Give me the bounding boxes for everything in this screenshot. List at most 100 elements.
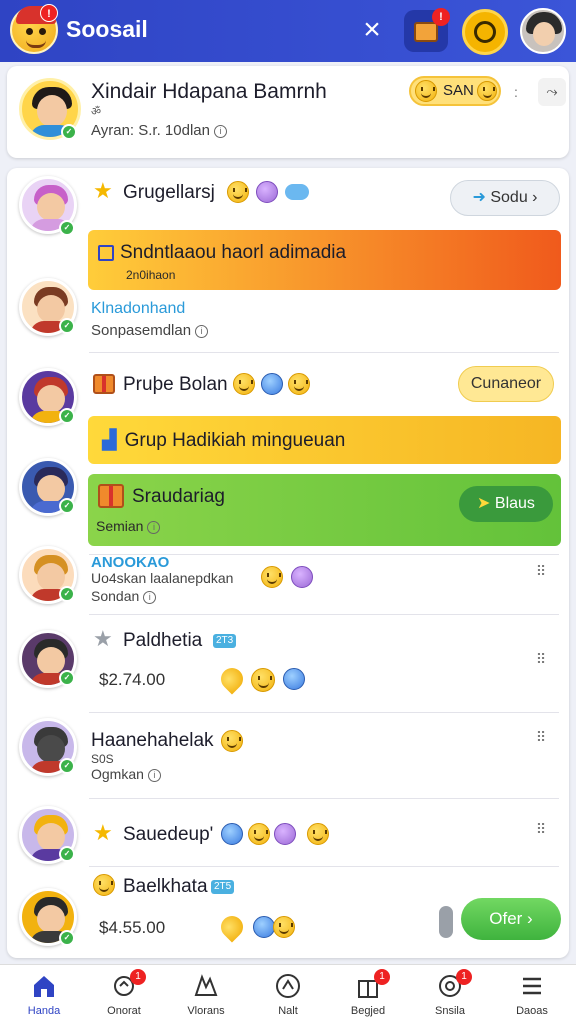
gift-icon bbox=[98, 484, 124, 508]
nav-label: Handa bbox=[27, 1005, 61, 1017]
info-icon[interactable]: i bbox=[195, 324, 209, 338]
banner-subtitle: Semian i bbox=[96, 518, 161, 534]
divider bbox=[89, 352, 559, 353]
list-item-title: Uo4skan laalanepdkan bbox=[91, 570, 234, 586]
list-item-subtitle: Sondan i bbox=[91, 588, 157, 604]
star-icon: ★ bbox=[93, 820, 113, 845]
list-item-tag: Klnadonhand bbox=[91, 300, 186, 317]
nav-item-map[interactable]: Vlorans bbox=[170, 965, 242, 1024]
info-icon[interactable]: i bbox=[213, 124, 227, 138]
smile-coin-icon bbox=[251, 668, 275, 692]
compass-icon bbox=[276, 974, 300, 998]
online-status-icon: ✓ bbox=[59, 758, 75, 774]
nav-label: Snsila bbox=[435, 1005, 465, 1017]
gift-icon bbox=[93, 374, 115, 394]
divider bbox=[89, 798, 559, 799]
profile-meta: Ayran: S.r. 10dlan i bbox=[91, 122, 227, 139]
flame-icon bbox=[216, 663, 248, 695]
online-status-icon: ✓ bbox=[59, 408, 75, 424]
boot-icon: ▟ bbox=[102, 430, 117, 451]
blue-emoji-icon bbox=[221, 823, 243, 845]
drag-handle-icon[interactable]: ⠿ bbox=[535, 564, 547, 578]
banner-title: ▟ Grup Hadikiah mingueuan bbox=[102, 430, 346, 451]
nav-item-compass[interactable]: Nalt bbox=[252, 965, 324, 1024]
smile-coin-icon bbox=[221, 730, 243, 752]
nav-item-home[interactable]: Handa bbox=[8, 965, 80, 1024]
list-item-title: Sauedeup' bbox=[123, 824, 214, 845]
nav-label: Vlorans bbox=[187, 1005, 225, 1017]
blue-emoji-icon bbox=[283, 668, 305, 690]
feed-list: ✓ ★ Grugellarsj ➜ Sodu › Sndntlaaou haor… bbox=[7, 168, 569, 958]
purple-emoji-icon bbox=[256, 181, 278, 203]
info-icon[interactable]: i bbox=[147, 768, 161, 782]
toggle-handle[interactable] bbox=[439, 906, 453, 938]
online-status-icon: ✓ bbox=[59, 846, 75, 862]
profile-subtitle: ॐ bbox=[91, 106, 102, 118]
cloud-icon bbox=[285, 184, 309, 200]
drag-handle-icon[interactable]: ⠿ bbox=[535, 822, 547, 836]
app-title: Soosail bbox=[66, 16, 148, 42]
price-label: $2.74.00 bbox=[99, 670, 166, 689]
treasure-chest-button[interactable]: ! bbox=[404, 8, 450, 52]
info-icon[interactable]: i bbox=[147, 520, 161, 534]
nav-label: Begjed bbox=[350, 1005, 386, 1017]
smile-coin-icon bbox=[477, 81, 497, 101]
nav-label: Daoas bbox=[516, 1005, 548, 1017]
divider bbox=[89, 866, 559, 867]
ofer-button[interactable]: Ofer › bbox=[461, 898, 561, 940]
menu-icon bbox=[523, 977, 541, 995]
nav-item-notifications[interactable]: 1 Onorat bbox=[88, 965, 160, 1024]
coin-button[interactable] bbox=[462, 9, 508, 55]
list-item-small: S0S bbox=[91, 752, 114, 766]
top-app-bar: ! Soosail × ! bbox=[0, 0, 576, 62]
banner-title: Sndntlaaou haorl adimadia bbox=[98, 242, 346, 264]
map-icon bbox=[194, 974, 218, 996]
smile-coin-icon bbox=[227, 181, 249, 203]
nav-item-menu[interactable]: Daoas bbox=[496, 965, 568, 1024]
level-tag: 2T5 bbox=[211, 880, 235, 894]
smile-coin-icon bbox=[248, 823, 270, 845]
coin-balance-pill[interactable]: SAN bbox=[409, 76, 501, 106]
profile-name: Xindair Hdapana Bamrnh bbox=[91, 80, 327, 103]
online-status-icon: ✓ bbox=[61, 124, 77, 140]
smile-coin-icon bbox=[273, 916, 295, 938]
nav-item-gift[interactable]: 1 Begjed bbox=[332, 965, 404, 1024]
star-icon: ★ bbox=[93, 178, 113, 203]
divider bbox=[89, 614, 559, 615]
star-icon: ★ bbox=[93, 626, 113, 651]
drag-handle-icon[interactable]: ⠿ bbox=[535, 730, 547, 744]
share-button[interactable]: ⤳ bbox=[538, 78, 566, 106]
cuanear-button[interactable]: Cunaneor bbox=[458, 366, 554, 402]
list-item-title: Paldhetia bbox=[123, 630, 203, 651]
close-icon[interactable]: × bbox=[358, 15, 386, 45]
home-icon bbox=[34, 976, 54, 997]
list-item-title: Haanehahelak bbox=[91, 730, 214, 751]
more-options-icon[interactable]: · · bbox=[510, 82, 522, 102]
seru-button[interactable]: ➜ Sodu › bbox=[450, 180, 560, 216]
image-icon bbox=[98, 244, 114, 261]
info-icon[interactable]: i bbox=[143, 590, 157, 604]
flame-icon bbox=[216, 911, 248, 943]
purple-emoji-icon bbox=[291, 566, 313, 588]
list-item-subtitle: Sonpasemdlan i bbox=[91, 322, 209, 339]
online-status-icon: ✓ bbox=[59, 318, 75, 334]
divider bbox=[89, 712, 559, 713]
nav-label: Onorat bbox=[107, 1005, 141, 1017]
online-status-icon: ✓ bbox=[59, 220, 75, 236]
smile-coin-icon bbox=[261, 566, 283, 588]
blaus-button[interactable]: ➤ Blaus bbox=[459, 486, 553, 522]
user-avatar[interactable] bbox=[520, 8, 566, 54]
treasure-chest-icon bbox=[414, 22, 438, 42]
list-item-title: Pruþe Bolan bbox=[123, 374, 228, 395]
nav-badge: 1 bbox=[456, 969, 472, 985]
nav-badge: 1 bbox=[130, 969, 146, 985]
online-status-icon: ✓ bbox=[59, 670, 75, 686]
nav-item-chat[interactable]: 1 Snsila bbox=[414, 965, 486, 1024]
drag-handle-icon[interactable]: ⠿ bbox=[535, 652, 547, 666]
coin-icon bbox=[474, 21, 496, 43]
promo-banner[interactable]: Sndntlaaou haorl adimadia 2n0ihaon bbox=[88, 230, 561, 290]
bottom-navigation: Handa 1 Onorat Vlorans Nalt 1 Begjed 1 S… bbox=[0, 964, 576, 1024]
price-label: $4.55.00 bbox=[99, 918, 166, 937]
promo-banner[interactable]: ▟ Grup Hadikiah mingueuan bbox=[88, 416, 561, 464]
blue-emoji-icon bbox=[253, 916, 275, 938]
